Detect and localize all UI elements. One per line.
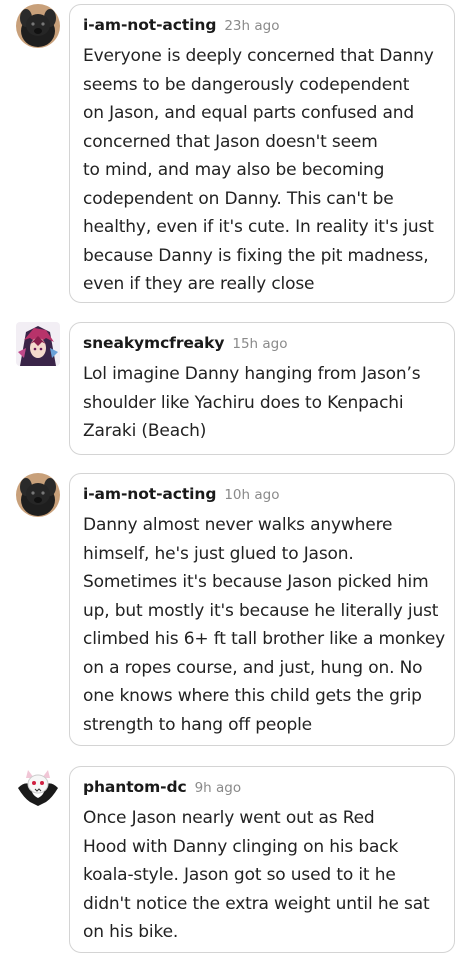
comment-line: even if they are really close [83, 274, 315, 294]
ghost-bat-avatar-icon [16, 764, 60, 808]
dog-avatar-icon [16, 473, 60, 517]
user-avatar[interactable] [16, 473, 60, 517]
comment-text: Danny almost never walks anywhere himsel… [83, 511, 446, 739]
comment-line: didn't notice the extra weight until he … [83, 893, 430, 914]
comment-line: climbed his 6+ ft tall brother like a mo… [83, 629, 446, 649]
user-avatar[interactable] [16, 764, 60, 808]
comment-text: Lol imagine Danny hanging from Jason’s s… [83, 360, 444, 446]
comment-line: to mind, and may also be becoming [83, 160, 385, 180]
comment-line: because Danny is fixing the pit madness, [83, 245, 429, 266]
username-link[interactable]: i-am-not-acting [83, 485, 216, 503]
comment-meta: phantom-dc 9h ago [83, 778, 444, 800]
comment-bubble: i-am-not-acting 23h ago Everyone is deep… [69, 4, 455, 303]
comment-line: healthy, even if it's cute. In reality i… [83, 217, 434, 237]
comment-line: Once Jason nearly went out as Red [83, 808, 375, 828]
username-link[interactable]: sneakymcfreaky [83, 334, 224, 352]
anime-character-avatar-icon [16, 322, 60, 366]
timestamp: 10h ago [224, 487, 280, 503]
comment-text: Everyone is deeply concerned that Danny … [83, 42, 444, 299]
comment-line: concerned that Jason doesn't seem [83, 131, 378, 152]
timestamp: 9h ago [194, 780, 242, 796]
user-avatar[interactable] [16, 4, 60, 48]
comment-line: up, but mostly it's because he literally… [83, 600, 439, 621]
username-link[interactable]: phantom-dc [83, 778, 187, 796]
comment-line: on a ropes course, and just, hung on. No [83, 657, 423, 678]
comment-meta: i-am-not-acting 10h ago [83, 485, 444, 507]
comment-line: Hood with Danny clinging on his back [83, 836, 399, 857]
user-avatar[interactable] [16, 322, 60, 366]
comment-bubble: phantom-dc 9h ago Once Jason nearly went… [69, 766, 455, 953]
comment-line: strength to hang off people [83, 714, 312, 735]
comment-line: on his bike. [83, 922, 179, 942]
comment-text: Once Jason nearly went out as Red Hood w… [83, 804, 444, 947]
comment-line: Zaraki (Beach) [83, 421, 207, 441]
comment-line: seems to be dangerously codependent [83, 74, 410, 95]
comment-line: koala-style. Jason got so used to it he [83, 865, 396, 885]
comment-line: on Jason, and equal parts confused and [83, 103, 415, 123]
comment-bubble: sneakymcfreaky 15h ago Lol imagine Danny… [69, 322, 455, 455]
timestamp: 15h ago [232, 336, 288, 352]
comment-line: one knows where this child gets the grip [83, 686, 422, 706]
comment-bubble: i-am-not-acting 10h ago Danny almost nev… [69, 473, 455, 746]
comment-line: codependent on Danny. This can't be [83, 188, 394, 209]
comment-thread: i-am-not-acting 23h ago Everyone is deep… [0, 0, 475, 960]
comment-line: Lol imagine Danny hanging from Jason’s [83, 364, 421, 384]
username-link[interactable]: i-am-not-acting [83, 16, 216, 34]
comment-meta: sneakymcfreaky 15h ago [83, 334, 444, 356]
comment-line: himself, he's just glued to Jason. [83, 543, 354, 564]
dog-avatar-icon [16, 4, 60, 48]
comment-meta: i-am-not-acting 23h ago [83, 16, 444, 38]
comment-line: Danny almost never walks anywhere [83, 515, 393, 535]
comment-line: Sometimes it's because Jason picked him [83, 572, 429, 592]
timestamp: 23h ago [224, 18, 280, 34]
comment-line: Everyone is deeply concerned that Danny [83, 46, 434, 66]
comment-line: shoulder like Yachiru does to Kenpachi [83, 392, 404, 413]
